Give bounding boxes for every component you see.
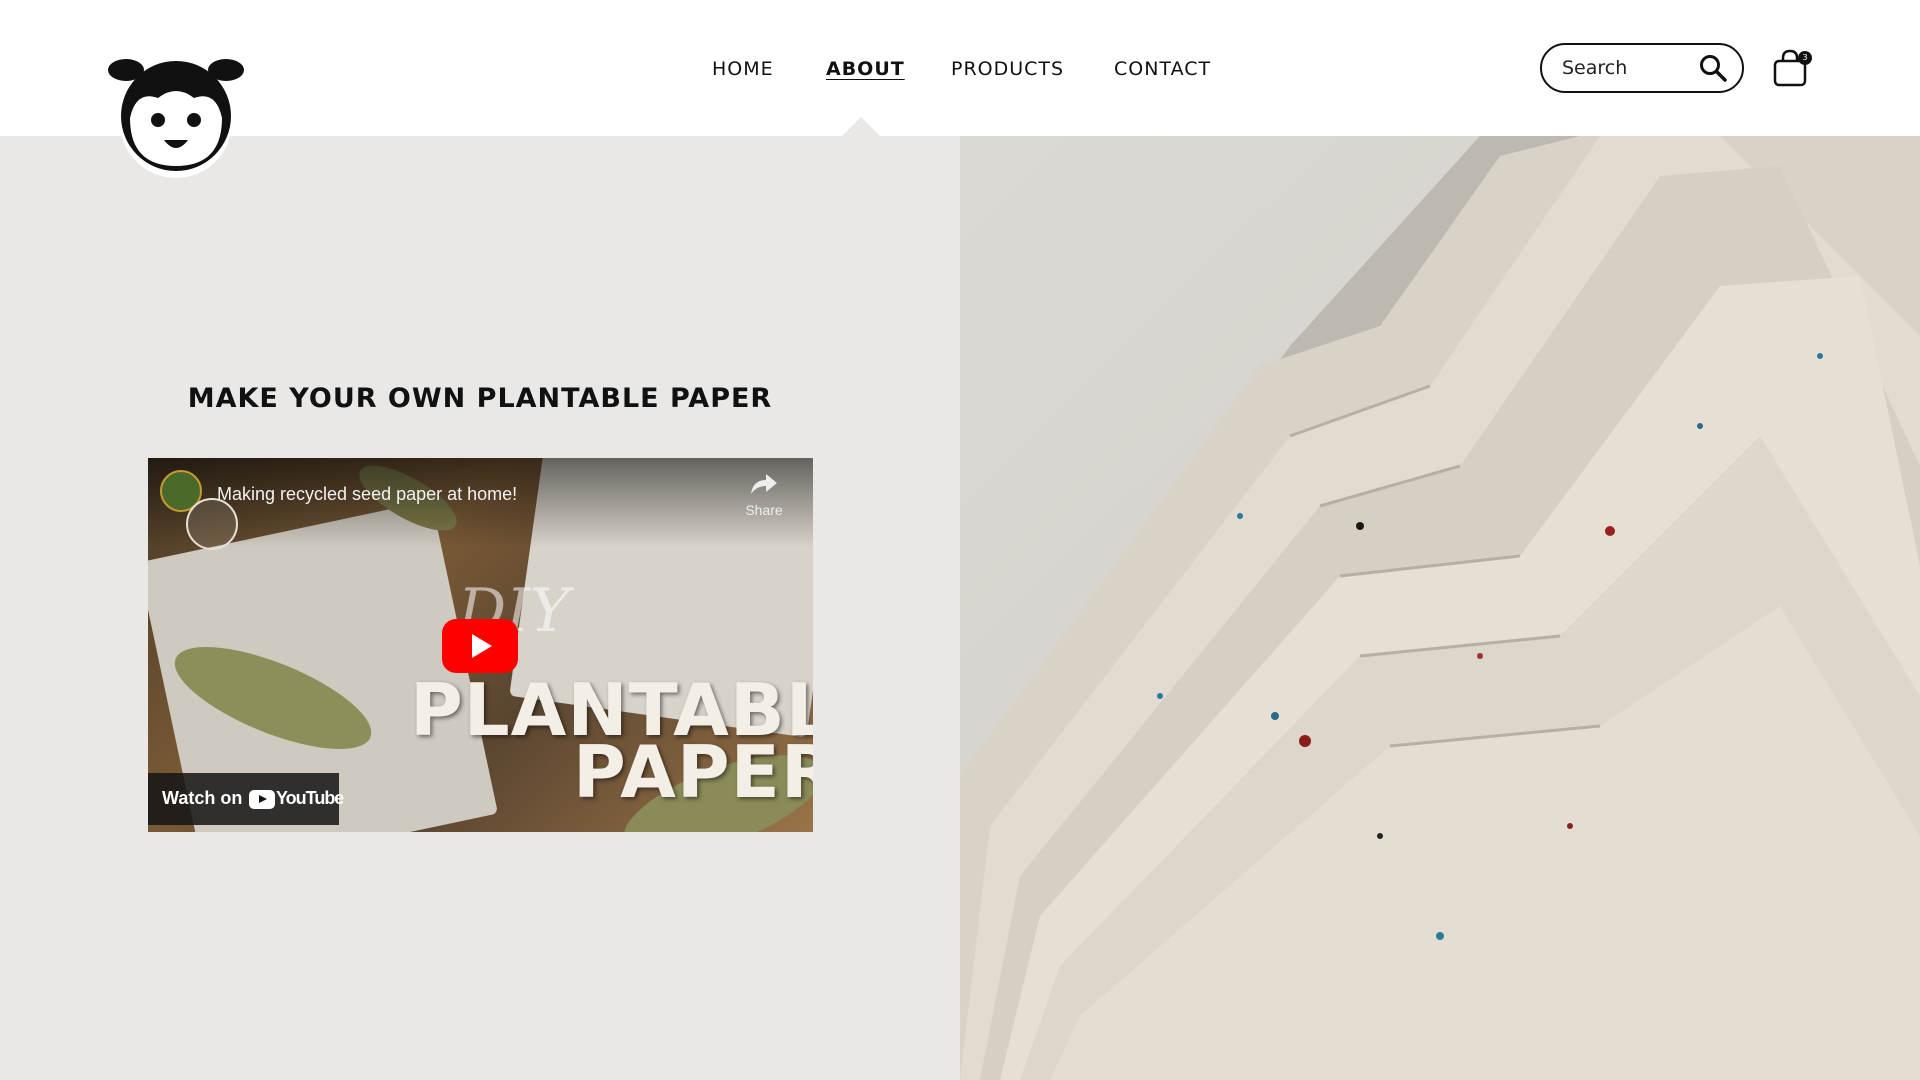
search-icon[interactable] — [1698, 53, 1728, 83]
logo[interactable] — [106, 56, 246, 178]
youtube-logo-icon — [249, 790, 275, 809]
share-button[interactable]: Share — [734, 472, 794, 518]
nav-about[interactable]: ABOUT — [826, 58, 905, 80]
search-box — [1540, 43, 1744, 93]
paper-stack-illustration — [960, 136, 1920, 1080]
thumbnail-overlay-line2: PAPER — [573, 730, 813, 814]
nav-home[interactable]: HOME — [712, 58, 774, 80]
channel-emblem-icon — [186, 498, 238, 550]
page-title: MAKE YOUR OWN PLANTABLE PAPER — [187, 383, 773, 414]
content-panel: MAKE YOUR OWN PLANTABLE PAPER Making rec… — [0, 136, 960, 1080]
watch-on-label: Watch on — [162, 788, 243, 808]
video-embed[interactable]: Making recycled seed paper at home! Shar… — [148, 458, 813, 832]
girl-face-logo-icon — [108, 59, 244, 178]
search-input[interactable] — [1562, 55, 1692, 81]
share-label: Share — [745, 502, 783, 518]
hero-image-plantable-paper — [960, 136, 1920, 1080]
youtube-logo-text: YouTube — [276, 788, 344, 808]
watch-on-youtube-button[interactable]: Watch on YouTube — [148, 773, 344, 825]
nav-products[interactable]: PRODUCTS — [951, 58, 1064, 80]
cart-button[interactable]: 3 — [1770, 48, 1812, 88]
play-button[interactable] — [442, 619, 518, 673]
cart-count-badge: 3 — [1798, 51, 1812, 65]
share-arrow-icon — [751, 474, 777, 494]
video-title[interactable]: Making recycled seed paper at home! — [217, 484, 517, 505]
nav-contact[interactable]: CONTACT — [1114, 58, 1211, 80]
active-nav-indicator — [842, 117, 880, 136]
site-header: HOME ABOUT PRODUCTS CONTACT 3 — [0, 0, 1920, 178]
